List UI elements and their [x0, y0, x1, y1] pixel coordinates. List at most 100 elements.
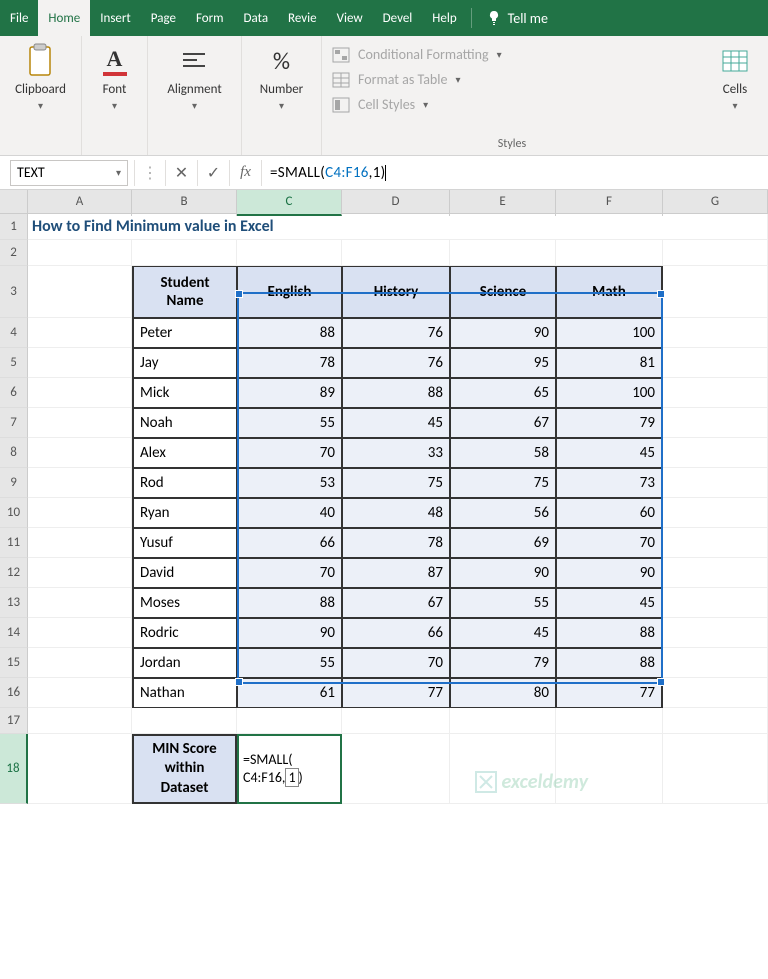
score-cell[interactable]: 95: [450, 348, 556, 378]
empty-cell[interactable]: [663, 348, 768, 378]
empty-cell[interactable]: [663, 378, 768, 408]
score-cell[interactable]: 78: [237, 348, 342, 378]
empty-cell[interactable]: [28, 618, 132, 648]
score-cell[interactable]: 78: [342, 528, 450, 558]
empty-cell[interactable]: [663, 734, 768, 804]
score-cell[interactable]: 89: [237, 378, 342, 408]
col-header-D[interactable]: D: [342, 190, 450, 216]
empty-cell[interactable]: [663, 438, 768, 468]
table-header[interactable]: StudentName: [132, 266, 237, 318]
col-header-A[interactable]: A: [28, 190, 132, 216]
student-name-cell[interactable]: David: [132, 558, 237, 588]
tab-page[interactable]: Page: [141, 0, 186, 36]
student-name-cell[interactable]: Jay: [132, 348, 237, 378]
chevron-down-icon[interactable]: ▾: [116, 166, 121, 179]
score-cell[interactable]: 76: [342, 348, 450, 378]
row-header-7[interactable]: 7: [0, 408, 28, 438]
row-header-17[interactable]: 17: [0, 708, 28, 734]
row-header-6[interactable]: 6: [0, 378, 28, 408]
row-header-2[interactable]: 2: [0, 240, 28, 266]
score-cell[interactable]: 45: [556, 588, 663, 618]
score-cell[interactable]: 88: [237, 318, 342, 348]
score-cell[interactable]: 33: [342, 438, 450, 468]
score-cell[interactable]: 56: [450, 498, 556, 528]
dropdown-caret-icon[interactable]: ▾: [279, 99, 284, 112]
score-cell[interactable]: 100: [556, 378, 663, 408]
empty-cell[interactable]: [28, 438, 132, 468]
score-cell[interactable]: 90: [237, 618, 342, 648]
student-name-cell[interactable]: Ryan: [132, 498, 237, 528]
score-cell[interactable]: 45: [556, 438, 663, 468]
dropdown-caret-icon[interactable]: ▾: [732, 99, 737, 112]
row-header-5[interactable]: 5: [0, 348, 28, 378]
empty-cell[interactable]: [28, 408, 132, 438]
tab-formulas[interactable]: Form: [186, 0, 234, 36]
tab-view[interactable]: View: [327, 0, 373, 36]
score-cell[interactable]: 100: [556, 318, 663, 348]
student-name-cell[interactable]: Nathan: [132, 678, 237, 708]
empty-cell[interactable]: [663, 708, 768, 734]
score-cell[interactable]: 65: [450, 378, 556, 408]
score-cell[interactable]: 87: [342, 558, 450, 588]
conditional-formatting-button[interactable]: Conditional Formatting▾: [332, 42, 692, 67]
empty-cell[interactable]: [663, 528, 768, 558]
empty-cell[interactable]: [342, 240, 450, 266]
row-header-14[interactable]: 14: [0, 618, 28, 648]
score-cell[interactable]: 40: [237, 498, 342, 528]
row-header-13[interactable]: 13: [0, 588, 28, 618]
tab-help[interactable]: Help: [422, 0, 466, 36]
col-header-F[interactable]: F: [556, 190, 663, 216]
score-cell[interactable]: 61: [237, 678, 342, 708]
score-cell[interactable]: 90: [450, 318, 556, 348]
student-name-cell[interactable]: Mick: [132, 378, 237, 408]
empty-cell[interactable]: [237, 708, 342, 734]
empty-cell[interactable]: [28, 734, 132, 804]
score-cell[interactable]: 53: [237, 468, 342, 498]
score-cell[interactable]: 77: [556, 678, 663, 708]
tab-home[interactable]: Home: [38, 0, 90, 36]
empty-cell[interactable]: [663, 408, 768, 438]
empty-cell[interactable]: [663, 318, 768, 348]
student-name-cell[interactable]: Jordan: [132, 648, 237, 678]
student-name-cell[interactable]: Alex: [132, 438, 237, 468]
score-cell[interactable]: 88: [342, 378, 450, 408]
empty-cell[interactable]: [28, 240, 132, 266]
empty-cell[interactable]: [663, 558, 768, 588]
empty-cell[interactable]: [28, 348, 132, 378]
col-header-G[interactable]: G: [663, 190, 768, 216]
insert-function-button[interactable]: fx: [230, 160, 262, 186]
score-cell[interactable]: 66: [237, 528, 342, 558]
percent-icon[interactable]: %: [263, 42, 301, 80]
empty-cell[interactable]: [663, 498, 768, 528]
min-score-formula-cell[interactable]: =SMALL(C4:F16,1): [237, 734, 342, 804]
student-name-cell[interactable]: Moses: [132, 588, 237, 618]
score-cell[interactable]: 88: [556, 618, 663, 648]
score-cell[interactable]: 75: [450, 468, 556, 498]
empty-cell[interactable]: [28, 558, 132, 588]
tab-data[interactable]: Data: [234, 0, 279, 36]
enter-button[interactable]: ✓: [198, 160, 230, 186]
empty-cell[interactable]: [450, 240, 556, 266]
row-header-12[interactable]: 12: [0, 558, 28, 588]
score-cell[interactable]: 66: [342, 618, 450, 648]
row-header-1[interactable]: 1: [0, 214, 28, 240]
select-all-cell[interactable]: [0, 190, 28, 216]
tab-insert[interactable]: Insert: [90, 0, 141, 36]
score-cell[interactable]: 70: [237, 438, 342, 468]
student-name-cell[interactable]: Rod: [132, 468, 237, 498]
score-cell[interactable]: 48: [342, 498, 450, 528]
title-cell[interactable]: How to Find Minimum value in Excel: [28, 214, 768, 240]
score-cell[interactable]: 55: [237, 648, 342, 678]
col-header-C[interactable]: C: [237, 190, 342, 216]
formula-input[interactable]: =SMALL(C4:F16,1): [262, 164, 768, 182]
dropdown-caret-icon[interactable]: ▾: [38, 99, 43, 112]
empty-cell[interactable]: [663, 678, 768, 708]
format-as-table-button[interactable]: Format as Table▾: [332, 67, 692, 92]
empty-cell[interactable]: [450, 708, 556, 734]
dropdown-caret-icon[interactable]: ▾: [112, 99, 117, 112]
score-cell[interactable]: 45: [450, 618, 556, 648]
student-name-cell[interactable]: Peter: [132, 318, 237, 348]
table-header[interactable]: English: [237, 266, 342, 318]
tab-file[interactable]: File: [0, 0, 38, 36]
score-cell[interactable]: 58: [450, 438, 556, 468]
